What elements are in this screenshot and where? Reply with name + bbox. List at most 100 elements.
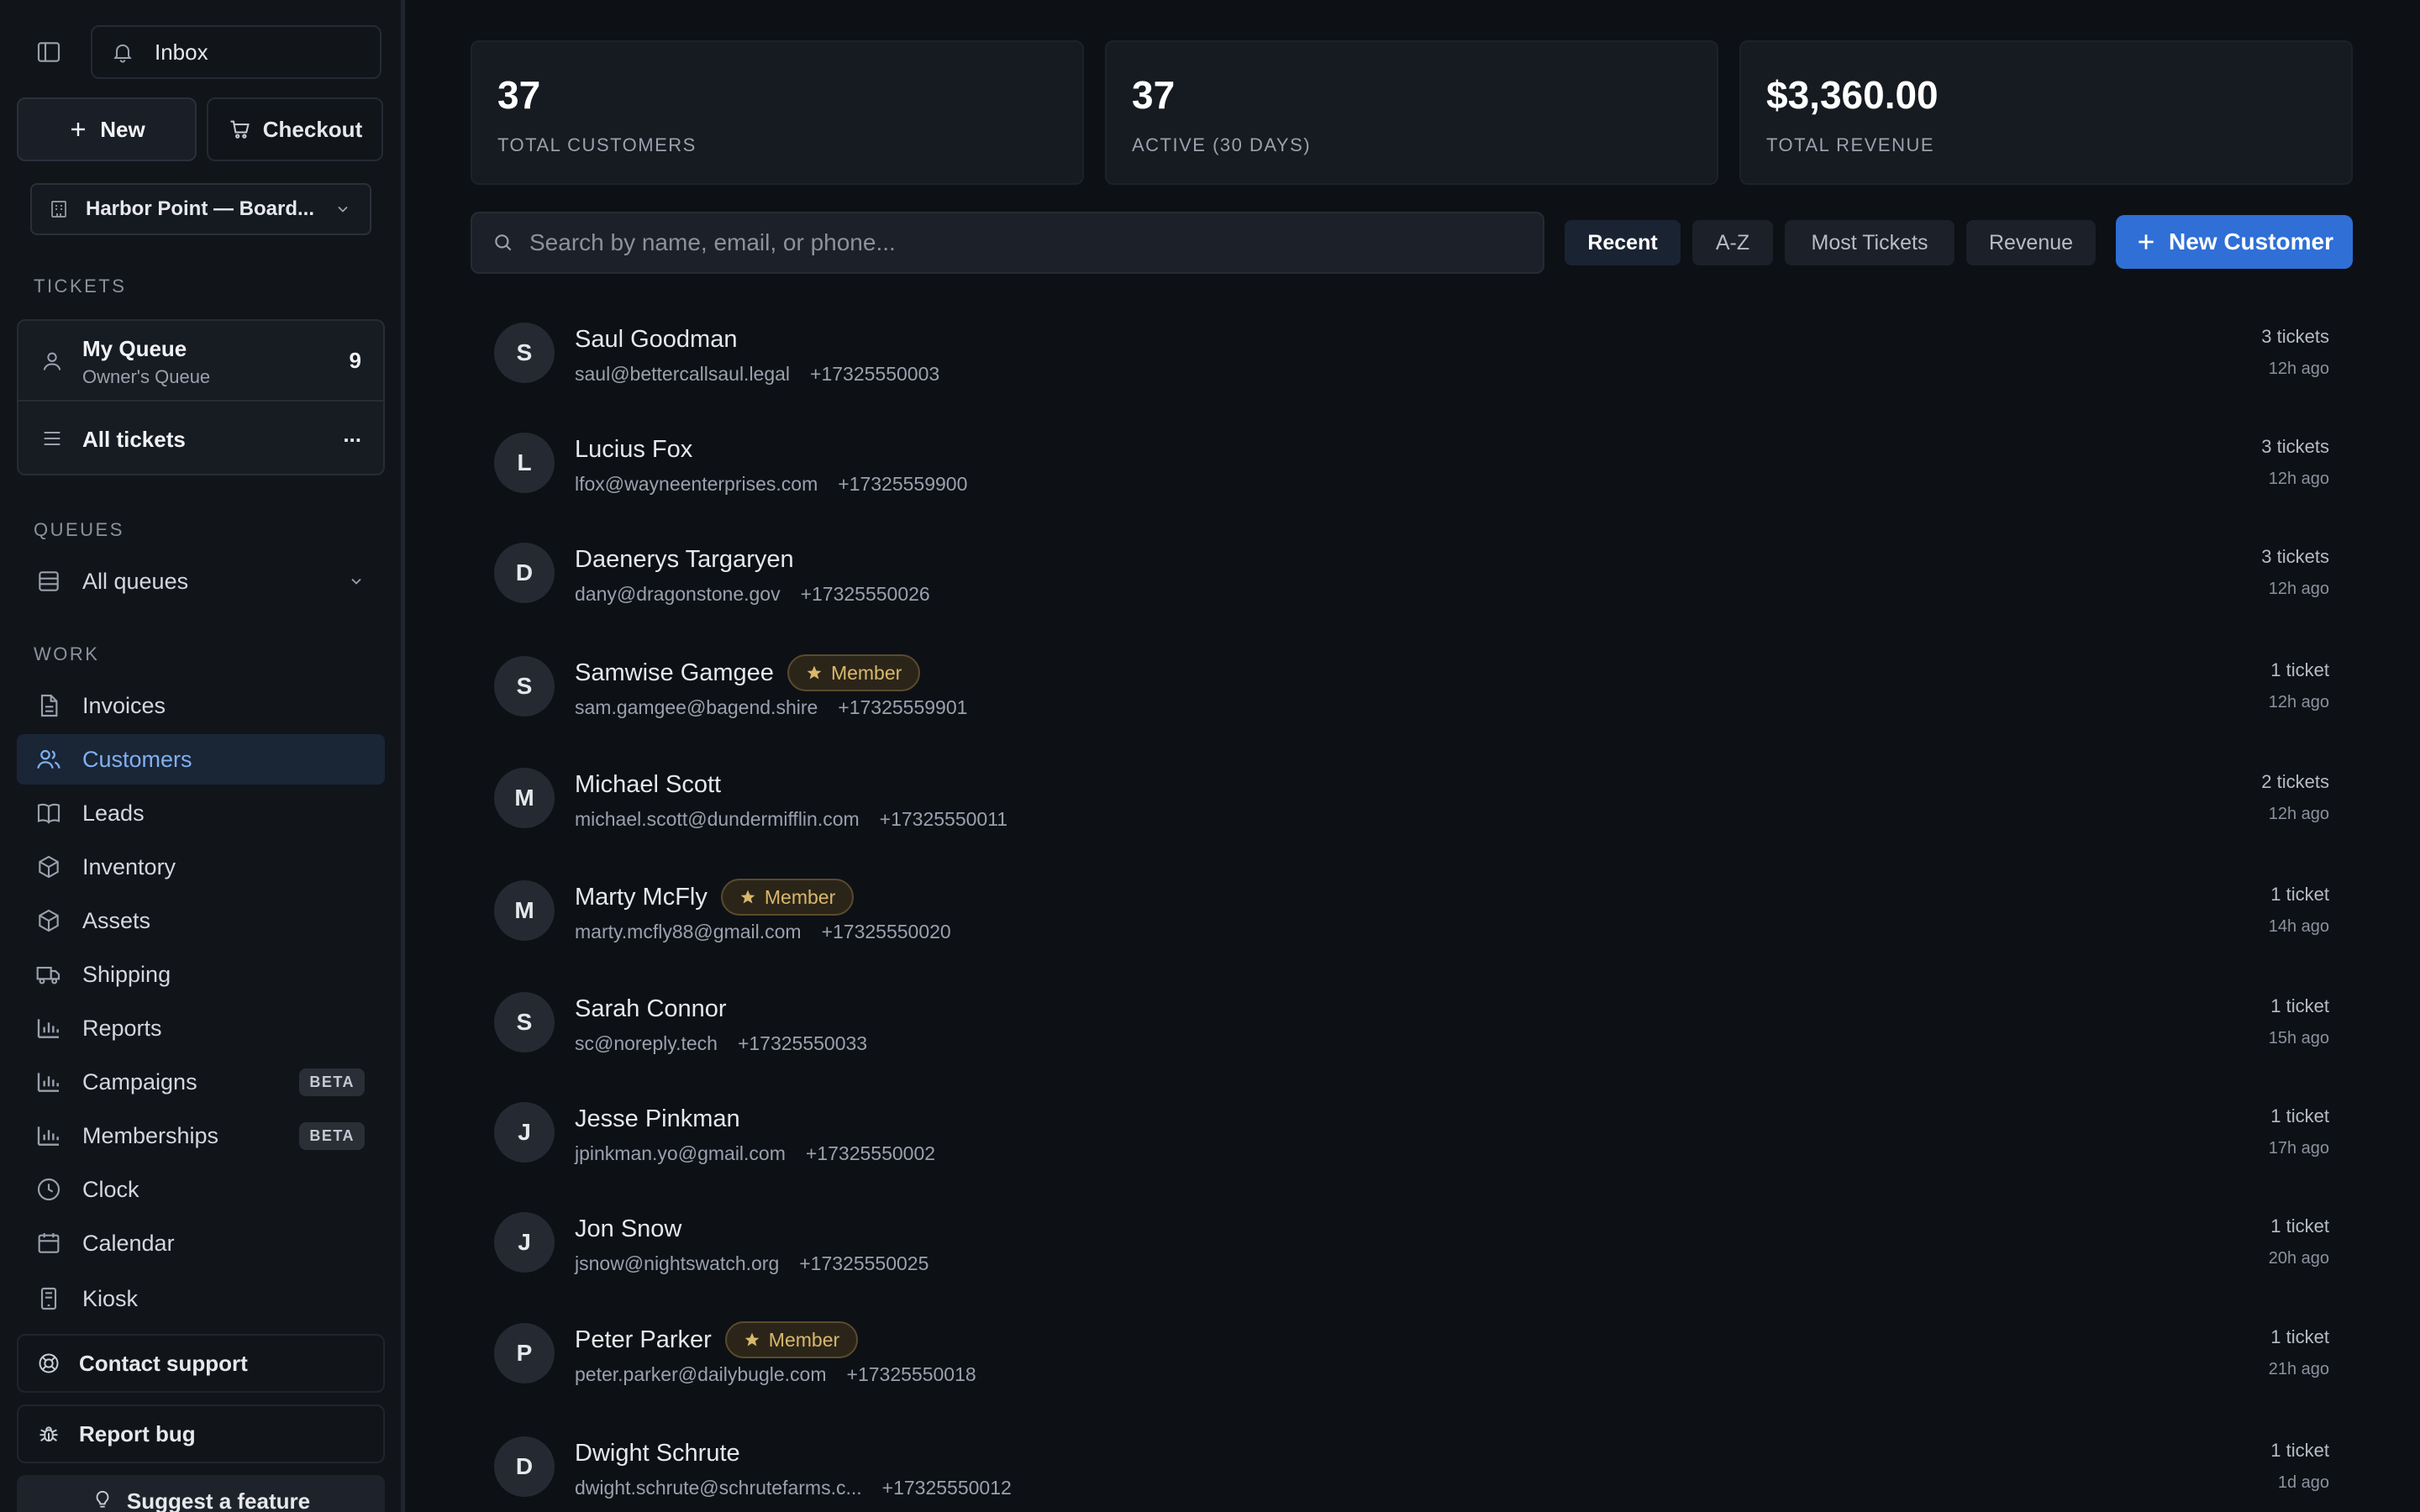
customer-row[interactable]: D Dwight Schrute dwight.schrute@schrutef… [471, 1420, 2353, 1512]
my-queue-title: My Queue [82, 336, 187, 361]
member-label: Member [768, 1328, 840, 1351]
location-label: Harbor Point — Board... [86, 197, 315, 220]
tickets-card: My Queue Owner's Queue 9 All tickets ... [17, 319, 385, 475]
customer-row[interactable]: S Sarah Connor sc@noreply.tech +173255500… [471, 975, 2353, 1069]
checkout-button[interactable]: Checkout [207, 97, 383, 161]
avatar: S [494, 656, 555, 717]
sidebar-item-reports[interactable]: Reports [17, 1003, 385, 1053]
location-select[interactable]: Harbor Point — Board... [30, 183, 371, 235]
customer-email: marty.mcfly88@gmail.com [575, 921, 802, 942]
sidebar-item-label: Campaigns [82, 1068, 197, 1095]
ticket-count: 2 tickets [2261, 771, 2329, 792]
sidebar-item-label: Inventory [82, 853, 176, 879]
last-activity: 17h ago [2268, 1139, 2329, 1158]
customer-row[interactable]: S Saul Goodman saul@bettercallsaul.legal… [471, 306, 2353, 400]
customer-row[interactable]: D Daenerys Targaryen dany@dragonstone.go… [471, 526, 2353, 620]
customer-phone: +17325550026 [800, 583, 930, 605]
customer-row[interactable]: M Michael Scott michael.scott@dundermiff… [471, 751, 2353, 845]
sidebar-item-customers[interactable]: Customers [17, 734, 385, 785]
avatar: D [494, 543, 555, 603]
sidebar-toggle-icon[interactable] [35, 39, 62, 66]
sort-revenue-button[interactable]: Revenue [1966, 220, 2096, 265]
tickets-section-title: TICKETS [34, 276, 127, 297]
file-icon [35, 692, 62, 719]
users-icon [35, 746, 62, 773]
stat-value: 37 [497, 73, 541, 117]
stat-total-revenue: $3,360.00 TOTAL REVENUE [1739, 40, 2353, 185]
sidebar-item-label: Calendar [82, 1230, 175, 1256]
avatar: J [494, 1102, 555, 1163]
customer-phone: +17325550011 [879, 808, 1008, 830]
customer-email: lfox@wayneenterprises.com [575, 473, 818, 495]
sidebar-item-inventory[interactable]: Inventory [17, 842, 385, 892]
sidebar-item-calendar[interactable]: Calendar [17, 1218, 385, 1268]
sidebar-item-campaigns[interactable]: Campaigns BETA [17, 1057, 385, 1107]
last-activity: 12h ago [2268, 360, 2329, 378]
sidebar-top: Inbox [0, 25, 401, 79]
last-activity: 12h ago [2268, 693, 2329, 711]
all-tickets-label: All tickets [82, 427, 186, 452]
sort-az-button[interactable]: A-Z [1692, 220, 1773, 265]
customer-email: jpinkman.yo@gmail.com [575, 1142, 786, 1164]
suggest-feature-label: Suggest a feature [126, 1488, 311, 1512]
customer-row[interactable]: P Peter Parker Member peter.parker@daily… [471, 1306, 2353, 1400]
calendar-icon [35, 1230, 62, 1257]
ticket-count: 3 tickets [2261, 546, 2329, 567]
new-customer-button[interactable]: New Customer [2116, 215, 2353, 269]
inbox-button[interactable]: Inbox [91, 25, 381, 79]
tablet-icon [35, 1285, 62, 1312]
customer-row[interactable]: J Jon Snow jsnow@nightswatch.org +1732555… [471, 1195, 2353, 1289]
sidebar-item-invoices[interactable]: Invoices [17, 680, 385, 731]
customer-row[interactable]: L Lucius Fox lfox@wayneenterprises.com +1… [471, 416, 2353, 510]
sidebar-item-assets[interactable]: Assets [17, 895, 385, 946]
sidebar: Inbox New Checkout Harbor Point — Board.… [0, 0, 405, 1512]
new-customer-label: New Customer [2168, 228, 2334, 255]
box-icon [35, 907, 62, 934]
search-icon [492, 232, 514, 254]
last-activity: 21h ago [2268, 1360, 2329, 1378]
suggest-feature-button[interactable]: Suggest a feature [17, 1475, 385, 1512]
customer-row[interactable]: M Marty McFly Member marty.mcfly88@gmail… [471, 864, 2353, 958]
plus-icon [68, 119, 88, 139]
search-input[interactable] [529, 229, 1543, 256]
all-tickets-item[interactable]: All tickets ... [18, 403, 383, 475]
customer-email: dany@dragonstone.gov [575, 583, 781, 605]
database-icon [35, 568, 62, 595]
all-queues-item[interactable]: All queues [17, 556, 385, 606]
customer-name: Marty McFly [575, 883, 708, 911]
member-label: Member [830, 661, 902, 684]
report-bug-button[interactable]: Report bug [17, 1404, 385, 1463]
sort-recent-button[interactable]: Recent [1565, 220, 1681, 265]
customer-name: Michael Scott [575, 770, 722, 798]
member-badge: Member [720, 879, 855, 916]
last-activity: 1d ago [2277, 1473, 2329, 1492]
customer-row[interactable]: J Jesse Pinkman jpinkman.yo@gmail.com +17… [471, 1085, 2353, 1179]
customer-name: Jon Snow [575, 1215, 682, 1242]
box-icon [35, 853, 62, 880]
my-queue-item[interactable]: My Queue Owner's Queue 9 [18, 321, 383, 402]
sidebar-item-clock[interactable]: Clock [17, 1164, 385, 1215]
my-queue-count: 9 [349, 348, 361, 373]
customer-row[interactable]: S Samwise Gamgee Member sam.gamgee@bagen… [471, 639, 2353, 733]
ticket-count: 1 ticket [2270, 995, 2329, 1016]
sidebar-item-label: Kiosk [82, 1285, 139, 1311]
sidebar-item-kiosk[interactable]: Kiosk [17, 1273, 385, 1324]
last-activity: 15h ago [2268, 1029, 2329, 1047]
sidebar-item-label: Invoices [82, 692, 166, 718]
customer-phone: +17325550025 [799, 1252, 929, 1274]
star-icon [744, 1331, 760, 1348]
member-badge: Member [786, 654, 921, 691]
user-icon [40, 349, 64, 373]
sidebar-item-label: Clock [82, 1176, 139, 1202]
sort-most-tickets-button[interactable]: Most Tickets [1785, 220, 1954, 265]
new-button[interactable]: New [17, 97, 197, 161]
sidebar-item-shipping[interactable]: Shipping [17, 949, 385, 1000]
more-options-button[interactable]: ... [343, 422, 361, 448]
chevron-down-icon [348, 573, 365, 590]
last-activity: 12h ago [2268, 580, 2329, 598]
building-icon [49, 199, 69, 219]
contact-support-button[interactable]: Contact support [17, 1334, 385, 1393]
sidebar-item-memberships[interactable]: Memberships BETA [17, 1110, 385, 1161]
all-queues-label: All queues [82, 568, 189, 594]
sidebar-item-leads[interactable]: Leads [17, 788, 385, 838]
